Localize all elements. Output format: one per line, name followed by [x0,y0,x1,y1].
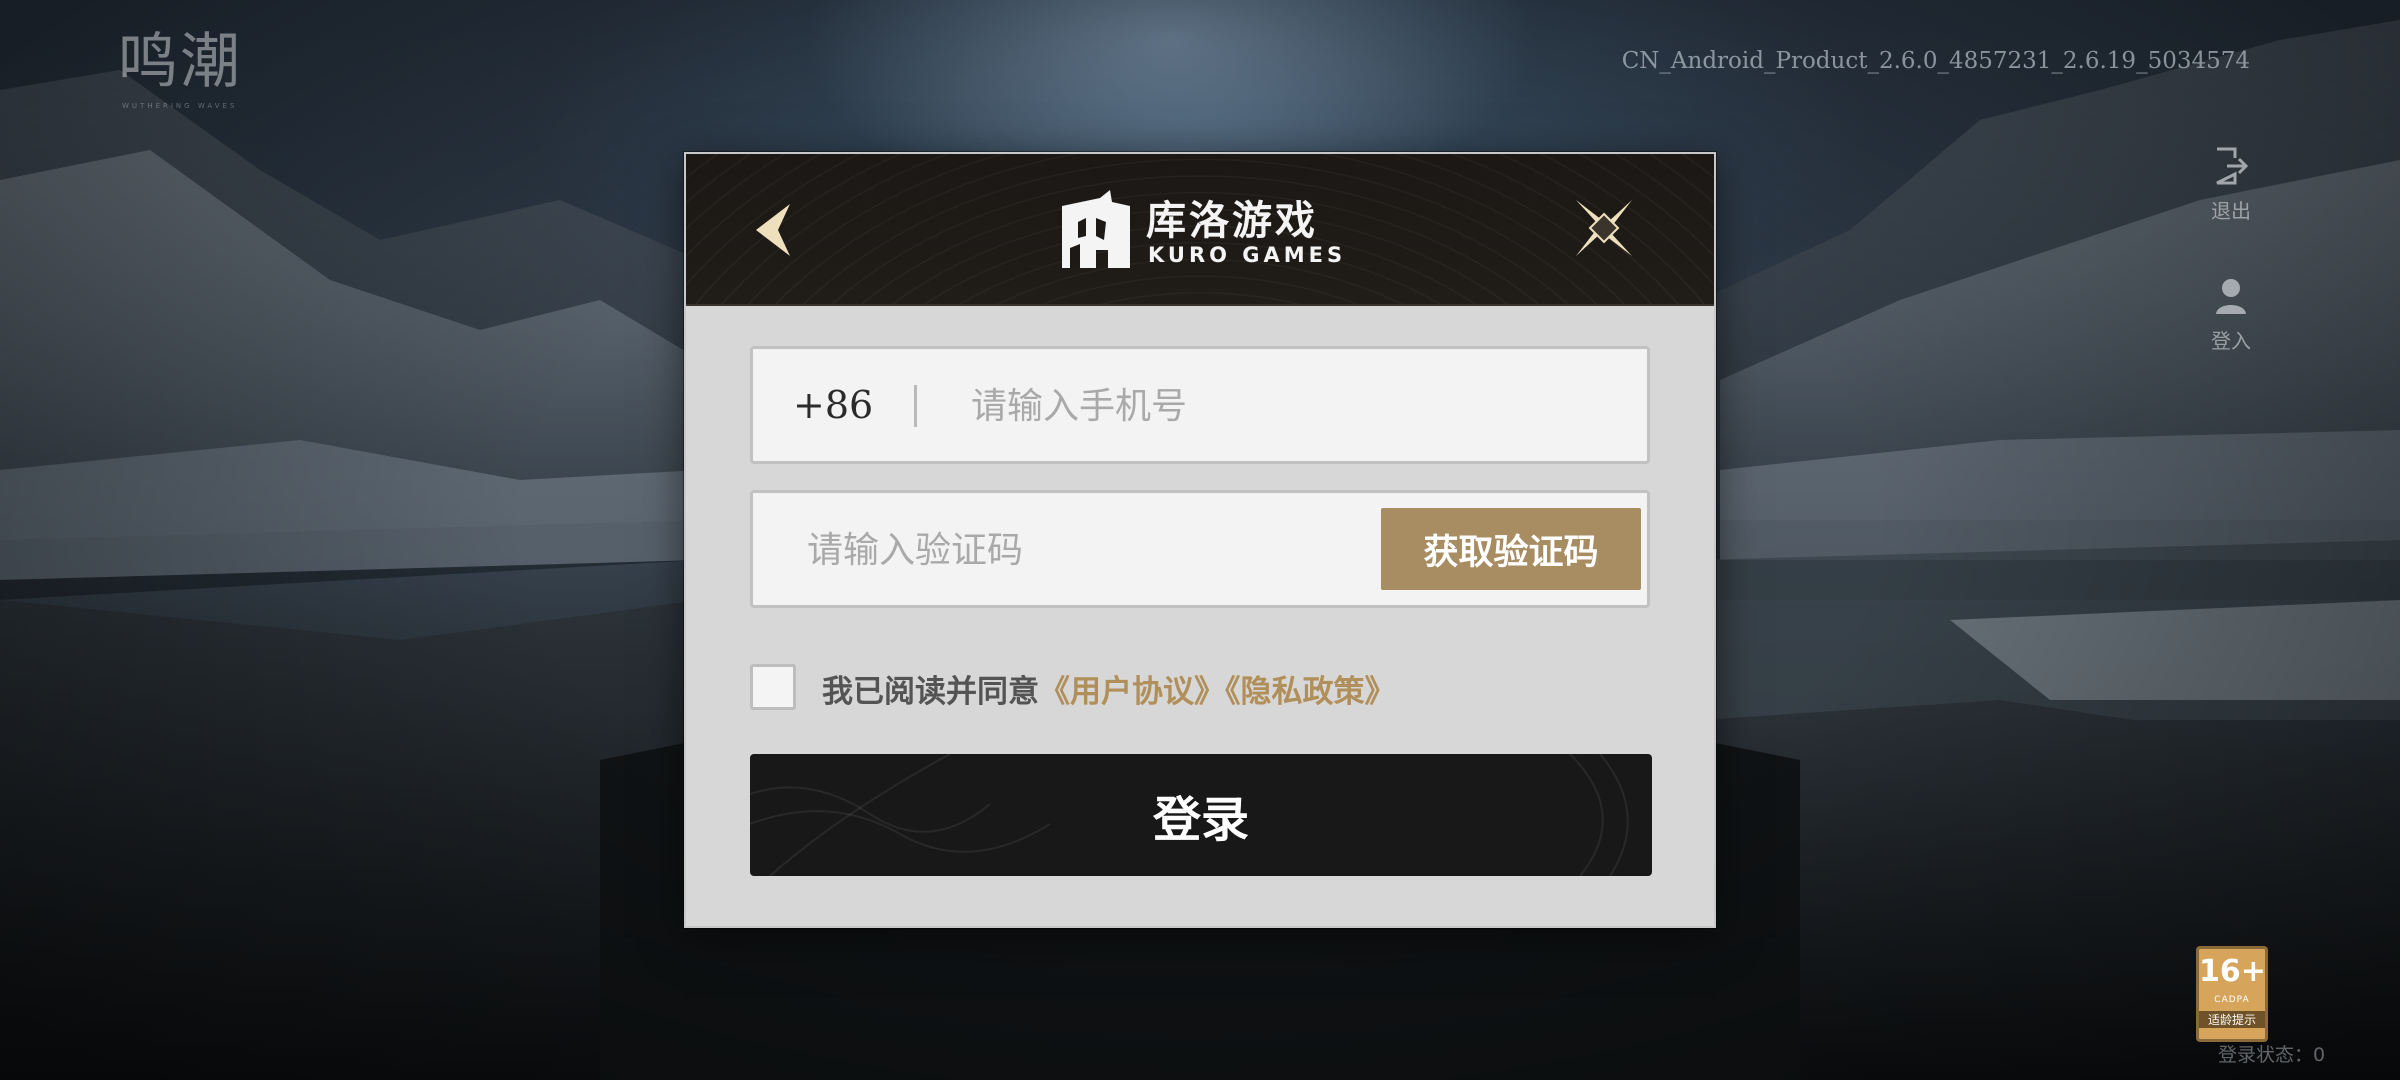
login-button[interactable]: 登录 [750,754,1652,876]
phone-field: +86 [750,346,1650,464]
privacy-policy-link[interactable]: 《隐私政策》 [1225,674,1396,710]
brand-logo: 库洛游戏 KURO GAMES [1056,184,1356,276]
login-dialog: 库洛游戏 KURO GAMES +86 获取验证码 我已阅读并同意《用户协议》《… [684,152,1716,928]
version-label: CN_Android_Product_2.6.0_4857231_2.6.19_… [1621,48,2250,74]
back-arrow-icon [756,204,790,256]
exit-button[interactable]: 退出 [2196,146,2266,224]
field-divider [914,385,917,427]
age-rating-number: 16+ [2199,954,2266,989]
dialog-header: 库洛游戏 KURO GAMES [686,154,1714,306]
age-rating-badge: 16+ CADPA 适龄提示 [2196,946,2268,1042]
brand-name-en: KURO GAMES [1148,243,1347,267]
country-code-selector[interactable]: +86 [793,349,873,461]
back-button[interactable] [748,200,808,260]
brand-name-cn: 库洛游戏 [1146,198,1318,244]
close-star-icon [1576,200,1632,256]
kuro-logo-icon [1062,190,1130,268]
agreement-checkbox[interactable] [750,664,796,710]
exit-label: 退出 [2211,199,2251,223]
game-logo-subtext: WUTHERING WAVES [122,102,238,110]
login-button-label: 登录 [1152,792,1249,848]
login-status-text: 登录状态：0 [2218,1044,2326,1066]
close-button[interactable] [1572,196,1636,260]
get-code-button[interactable]: 获取验证码 [1381,508,1641,590]
verification-code-input[interactable] [805,493,1369,607]
age-rating-org: CADPA [2214,995,2250,1005]
game-logo: 鸣潮 [118,27,242,97]
login-side-button[interactable]: 登入 [2196,276,2266,354]
login-side-label: 登入 [2211,329,2251,353]
age-rating-tip: 适龄提示 [2199,1011,2265,1028]
phone-input[interactable] [969,349,1613,463]
user-agreement-link[interactable]: 《用户协议》 [1039,674,1225,710]
user-icon [2196,276,2266,321]
exit-icon [2196,146,2266,191]
verification-code-field: 获取验证码 [750,490,1650,608]
agreement-prefix: 我已阅读并同意 [822,674,1039,710]
agreement-text: 我已阅读并同意《用户协议》《隐私政策》 [822,666,1396,711]
